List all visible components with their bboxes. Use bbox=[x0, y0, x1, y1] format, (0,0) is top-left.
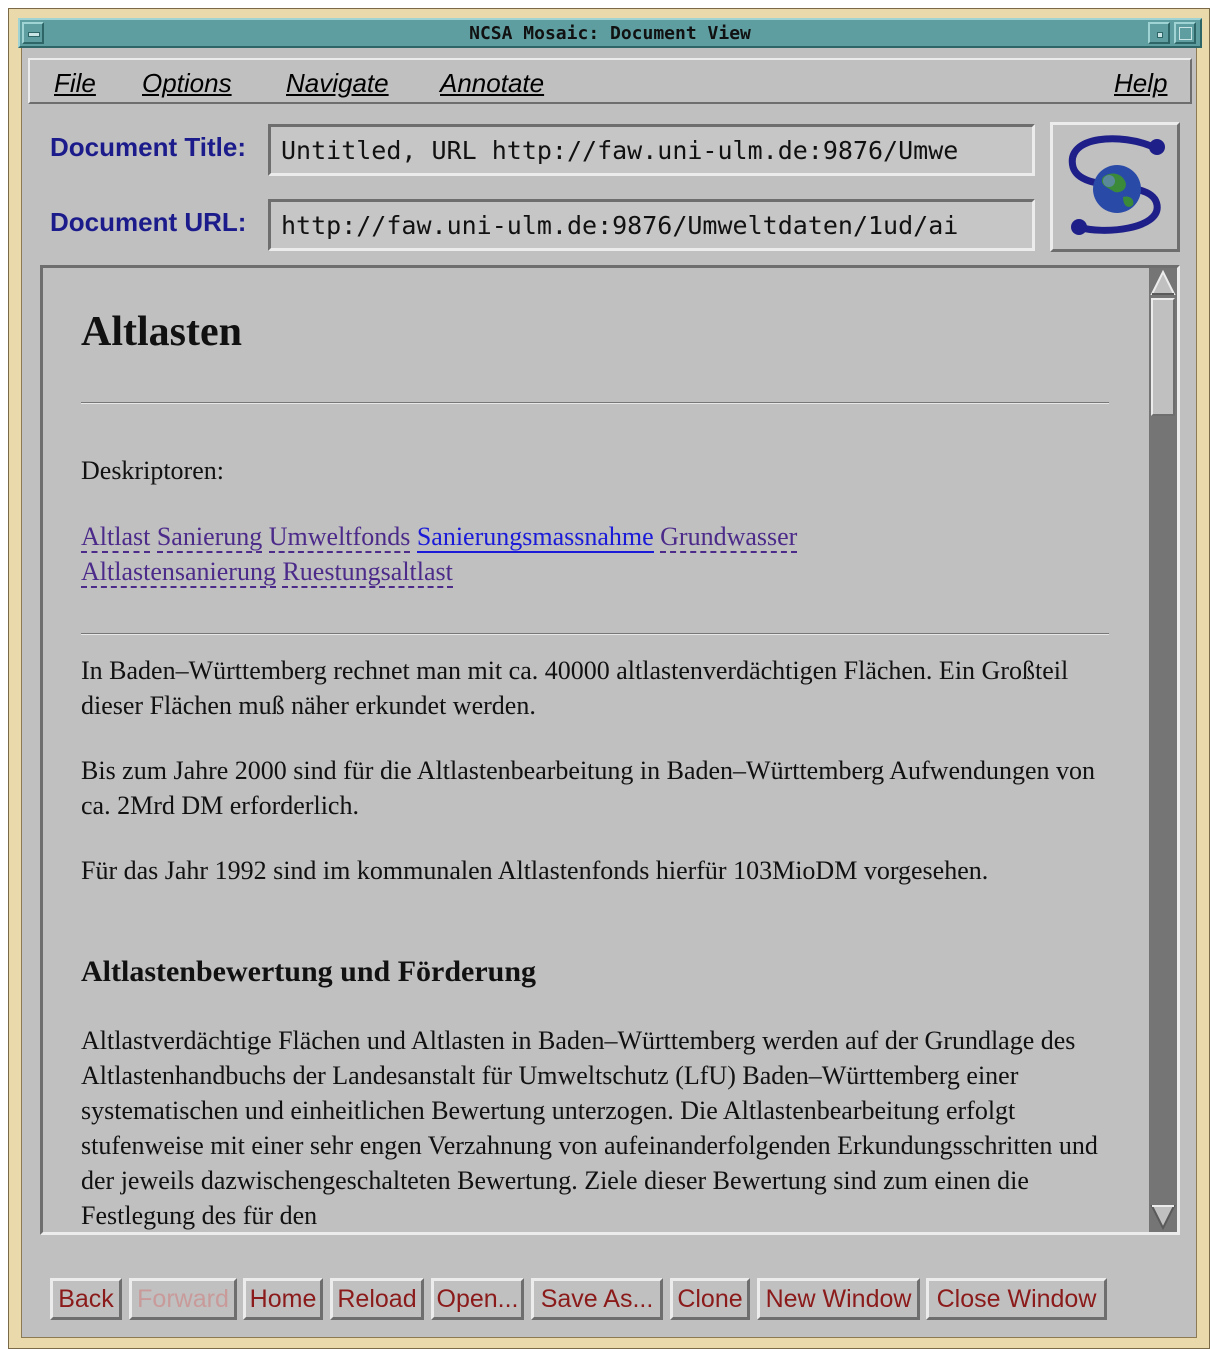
new-window-button[interactable]: New Window bbox=[757, 1278, 920, 1320]
paragraph-1: In Baden–Württemberg rechnet man mit ca.… bbox=[81, 656, 1069, 720]
paragraph-2: Bis zum Jahre 2000 sind für die Altlaste… bbox=[81, 756, 1096, 820]
section-heading: Altlastenbewertung und Förderung bbox=[81, 955, 537, 988]
menu-help[interactable]: Help bbox=[1114, 68, 1167, 99]
close-window-button[interactable]: Close Window bbox=[926, 1278, 1107, 1320]
document-title-value: Untitled, URL http://faw.uni-ulm.de:9876… bbox=[281, 136, 959, 165]
document-url-value: http://faw.uni-ulm.de:9876/Umweltdaten/1… bbox=[281, 211, 959, 240]
minimize-button[interactable] bbox=[1148, 22, 1170, 44]
menu-bar: File Options Navigate Annotate Help bbox=[28, 58, 1192, 104]
mosaic-logo[interactable] bbox=[1050, 122, 1180, 252]
menu-annotate[interactable]: Annotate bbox=[440, 68, 544, 99]
paragraph-3: Für das Jahr 1992 sind im kommunalen Alt… bbox=[81, 856, 989, 885]
menu-file[interactable]: File bbox=[54, 68, 96, 99]
link-altlast[interactable]: Altlast bbox=[81, 522, 151, 553]
maximize-button[interactable] bbox=[1174, 22, 1196, 44]
clone-button[interactable]: Clone bbox=[670, 1278, 750, 1320]
document-title-label: Document Title: bbox=[50, 132, 246, 162]
forward-button[interactable]: Forward bbox=[129, 1278, 237, 1320]
divider bbox=[81, 633, 1109, 635]
scroll-down-icon[interactable] bbox=[1150, 1204, 1176, 1230]
menu-options[interactable]: Options bbox=[142, 68, 232, 99]
link-umweltfonds[interactable]: Umweltfonds bbox=[268, 522, 411, 553]
document-url-label: Document URL: bbox=[50, 207, 247, 237]
open-button[interactable]: Open... bbox=[431, 1278, 524, 1320]
document-url-field[interactable]: http://faw.uni-ulm.de:9876/Umweltdaten/1… bbox=[268, 199, 1035, 251]
descriptor-links: Altlast Sanierung Umweltfonds Sanierungs… bbox=[81, 519, 1111, 589]
descriptor-label: Deskriptoren: bbox=[81, 456, 224, 485]
home-button[interactable]: Home bbox=[243, 1278, 323, 1320]
link-altlastensanierung[interactable]: Altlastensanierung bbox=[81, 557, 276, 588]
back-button[interactable]: Back bbox=[50, 1278, 122, 1320]
window-title: NCSA Mosaic: Document View bbox=[469, 23, 751, 44]
document-title-field[interactable]: Untitled, URL http://faw.uni-ulm.de:9876… bbox=[268, 124, 1035, 176]
document-view[interactable]: Altlasten Deskriptoren: Altlast Sanierun… bbox=[40, 265, 1180, 1235]
divider bbox=[81, 402, 1109, 404]
link-sanierungsmassnahme[interactable]: Sanierungsmassnahme bbox=[416, 522, 654, 553]
mosaic-globe-icon bbox=[1068, 135, 1165, 235]
paragraph-4: Altlastverdächtige Flächen und Altlasten… bbox=[81, 1026, 1098, 1230]
vertical-scrollbar[interactable] bbox=[1149, 268, 1177, 1232]
menu-navigate[interactable]: Navigate bbox=[286, 68, 389, 99]
link-grundwasser[interactable]: Grundwasser bbox=[660, 522, 798, 553]
save-as-button[interactable]: Save As... bbox=[531, 1278, 663, 1320]
link-sanierung[interactable]: Sanierung bbox=[156, 522, 263, 553]
scroll-thumb[interactable] bbox=[1151, 298, 1175, 416]
scroll-up-icon[interactable] bbox=[1150, 270, 1176, 296]
title-bar[interactable]: NCSA Mosaic: Document View bbox=[18, 18, 1202, 48]
reload-button[interactable]: Reload bbox=[330, 1278, 424, 1320]
page-title: Altlasten bbox=[81, 309, 242, 355]
link-ruestungsaltlast[interactable]: Ruestungsaltlast bbox=[282, 557, 453, 588]
